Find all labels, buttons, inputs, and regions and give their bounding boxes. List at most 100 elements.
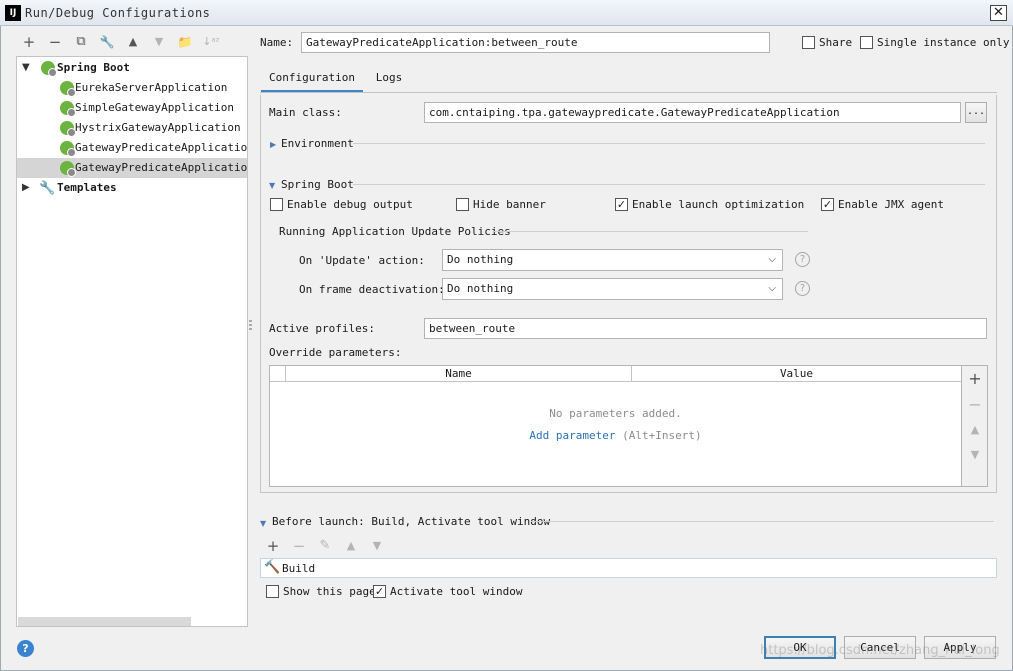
update-action-value: Do nothing <box>447 253 514 266</box>
tree-horizontal-scrollbar[interactable] <box>18 617 191 626</box>
frame-deactivation-select[interactable]: Do nothing ⌵ <box>442 278 783 300</box>
ok-button[interactable]: OK <box>764 636 836 659</box>
share-checkbox[interactable] <box>802 36 815 49</box>
remove-configuration-icon[interactable]: − <box>45 32 65 52</box>
name-label: Name: <box>260 36 294 49</box>
single-instance-label: Single instance only <box>877 36 1010 49</box>
chevron-right-icon[interactable]: ▶ <box>270 140 276 149</box>
tree-item-label: GatewayPredicateApplication:s <box>75 141 247 154</box>
active-profiles-input[interactable]: between_route <box>424 318 987 339</box>
spring-boot-app-icon <box>60 101 76 117</box>
help-button[interactable]: ? <box>17 640 34 657</box>
spring-boot-section-toggle[interactable]: Spring Boot <box>281 178 354 191</box>
edit-defaults-wrench-icon[interactable]: 🔧 <box>97 32 117 52</box>
spring-boot-app-icon <box>60 121 76 137</box>
spring-boot-app-icon <box>60 81 76 97</box>
remove-parameter-icon[interactable]: − <box>962 395 988 415</box>
add-parameter-link[interactable]: Add parameter <box>529 429 615 442</box>
add-task-icon[interactable]: + <box>263 536 283 556</box>
column-header-name[interactable]: Name <box>285 366 631 382</box>
tree-item-label: HystrixGatewayApplication <box>75 121 241 134</box>
activate-tool-window-label: Activate tool window <box>390 585 523 598</box>
tab-configuration[interactable]: Configuration <box>261 66 363 93</box>
parameters-side-toolbar: + − ▲ ▼ <box>962 365 988 487</box>
name-input[interactable]: GatewayPredicateApplication:between_rout… <box>301 32 770 53</box>
tree-node-label: Spring Boot <box>57 61 130 74</box>
tree-item[interactable]: HystrixGatewayApplication <box>17 118 247 138</box>
update-policies-separator <box>494 231 808 232</box>
tree-item[interactable]: SimpleGatewayApplication <box>17 98 247 118</box>
show-this-page-checkbox[interactable] <box>266 585 279 598</box>
tab-logs[interactable]: Logs <box>369 66 409 93</box>
move-down-icon[interactable]: ▼ <box>149 32 169 52</box>
help-icon[interactable]: ? <box>795 281 810 296</box>
column-header-value[interactable]: Value <box>631 366 961 382</box>
activate-tool-window-checkbox[interactable]: ✓ <box>373 585 386 598</box>
spring-boot-app-icon <box>60 141 76 157</box>
move-down-icon[interactable]: ▼ <box>962 448 988 468</box>
move-up-icon[interactable]: ▲ <box>962 423 988 443</box>
update-action-label: On 'Update' action: <box>299 254 425 267</box>
enable-debug-output-checkbox[interactable] <box>270 198 283 211</box>
add-parameter-shortcut: (Alt+Insert) <box>622 429 702 442</box>
help-icon[interactable]: ? <box>795 252 810 267</box>
main-class-label: Main class: <box>269 106 342 119</box>
copy-configuration-icon[interactable]: ⧉ <box>71 32 91 52</box>
sort-icon[interactable]: ↓ᵃᶻ <box>201 32 221 52</box>
move-up-icon[interactable]: ▲ <box>341 536 361 556</box>
tree-item[interactable]: GatewayPredicateApplication:s <box>17 138 247 158</box>
table-header: Name Value <box>270 366 961 382</box>
before-launch-separator <box>531 521 994 522</box>
update-action-select[interactable]: Do nothing ⌵ <box>442 249 783 271</box>
spring-boot-icon <box>41 61 57 77</box>
hammer-icon: 🔨 <box>264 560 281 575</box>
wrench-icon: 🔧 <box>39 181 56 196</box>
edit-task-icon[interactable]: ✎ <box>315 536 335 556</box>
override-parameters-table[interactable]: Name Value No parameters added. Add para… <box>269 365 962 487</box>
tree-item-selected[interactable]: GatewayPredicateApplication:b <box>17 158 247 178</box>
enable-launch-optimization-checkbox[interactable]: ✓ <box>615 198 628 211</box>
configuration-tree[interactable]: ▼ Spring Boot EurekaServerApplication Si… <box>16 56 248 627</box>
add-parameter-row: Add parameter (Alt+Insert) <box>270 429 961 442</box>
tree-node-templates[interactable]: ▶ 🔧 Templates <box>17 178 247 198</box>
enable-debug-output-label: Enable debug output <box>287 198 413 211</box>
single-instance-checkbox[interactable] <box>860 36 873 49</box>
splitter-handle[interactable] <box>249 320 252 334</box>
remove-task-icon[interactable]: − <box>289 536 309 556</box>
move-up-icon[interactable]: ▲ <box>123 32 143 52</box>
share-label: Share <box>819 36 853 49</box>
enable-jmx-agent-checkbox[interactable]: ✓ <box>821 198 834 211</box>
environment-separator <box>353 143 985 144</box>
tree-item-label: SimpleGatewayApplication <box>75 101 234 114</box>
tree-node-spring-boot[interactable]: ▼ Spring Boot <box>17 58 247 78</box>
cancel-button[interactable]: Cancel <box>844 636 916 659</box>
chevron-down-icon[interactable]: ▼ <box>22 58 32 78</box>
override-parameters-label: Override parameters: <box>269 346 402 359</box>
move-down-icon[interactable]: ▼ <box>367 536 387 556</box>
tabs-divider <box>260 92 997 93</box>
before-launch-task-build[interactable]: 🔨 Build <box>260 558 997 578</box>
active-profiles-label: Active profiles: <box>269 322 375 335</box>
add-configuration-icon[interactable]: + <box>19 32 39 52</box>
apply-button[interactable]: Apply <box>924 636 996 659</box>
chevron-right-icon[interactable]: ▶ <box>22 178 32 198</box>
close-icon[interactable]: ✕ <box>990 5 1007 21</box>
intellij-app-icon: IJ <box>5 5 21 21</box>
hide-banner-checkbox[interactable] <box>456 198 469 211</box>
environment-section-toggle[interactable]: Environment <box>281 137 354 150</box>
browse-main-class-button[interactable]: ... <box>965 102 987 123</box>
tree-node-label: Templates <box>57 181 117 194</box>
update-policies-title: Running Application Update Policies <box>279 225 511 238</box>
add-parameter-icon[interactable]: + <box>962 369 988 389</box>
chevron-down-icon[interactable]: ▼ <box>269 181 275 190</box>
main-class-input[interactable]: com.cntaiping.tpa.gatewaypredicate.Gatew… <box>424 102 961 123</box>
chevron-down-icon: ⌵ <box>768 254 776 265</box>
hide-banner-label: Hide banner <box>473 198 546 211</box>
empty-table-text: No parameters added. <box>549 407 682 420</box>
chevron-down-icon[interactable]: ▼ <box>260 519 266 528</box>
before-launch-section-toggle[interactable]: Before launch: Build, Activate tool wind… <box>272 515 550 528</box>
tree-item[interactable]: EurekaServerApplication <box>17 78 247 98</box>
tree-item-label: GatewayPredicateApplication:b <box>75 161 247 174</box>
new-folder-icon[interactable]: 📁 <box>175 32 195 52</box>
build-task-label: Build <box>282 562 316 575</box>
